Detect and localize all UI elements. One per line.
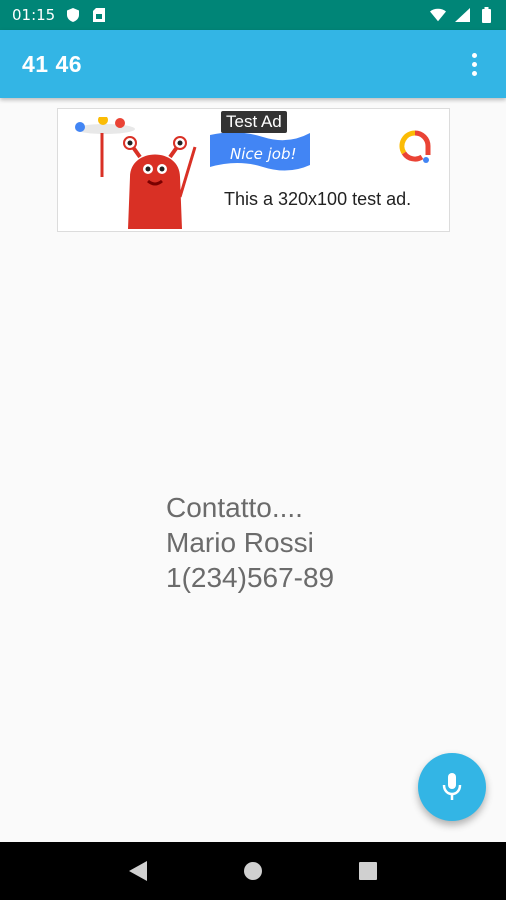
battery-icon [478, 7, 494, 23]
ad-logo-icon [398, 129, 432, 168]
app-bar: 41 46 [0, 30, 506, 98]
voice-input-button[interactable] [418, 753, 486, 821]
contact-label: Contatto.... [166, 492, 303, 523]
ad-banner[interactable]: Nice job! Test Ad This a 320x100 test ad… [57, 108, 450, 232]
test-ad-label: Test Ad [221, 111, 287, 133]
navigation-bar [0, 842, 506, 900]
ad-flag-text: Nice job! [230, 145, 297, 163]
back-button[interactable] [118, 851, 158, 891]
recents-button[interactable] [348, 851, 388, 891]
recents-icon [359, 862, 378, 880]
status-time: 01:15 [12, 6, 56, 24]
ad-mascot-image [70, 115, 210, 231]
more-vert-icon[interactable] [464, 44, 484, 84]
app-title: 41 46 [22, 50, 83, 77]
home-icon [243, 861, 263, 881]
sim-card-icon [91, 7, 107, 23]
signal-icon [454, 7, 470, 23]
shield-icon [65, 7, 81, 23]
wifi-icon [430, 7, 446, 23]
ad-description: This a 320x100 test ad. [224, 189, 412, 209]
status-bar: 01:15 [0, 0, 506, 30]
contact-info: Contatto.... Mario Rossi 1(234)567-89 [166, 490, 334, 595]
contact-phone: 1(234)567-89 [166, 562, 335, 593]
contact-name: Mario Rossi [166, 527, 314, 558]
ad-flag: Nice job! [208, 129, 313, 176]
back-icon [128, 861, 147, 881]
microphone-icon [442, 773, 462, 801]
home-button[interactable] [233, 851, 273, 891]
